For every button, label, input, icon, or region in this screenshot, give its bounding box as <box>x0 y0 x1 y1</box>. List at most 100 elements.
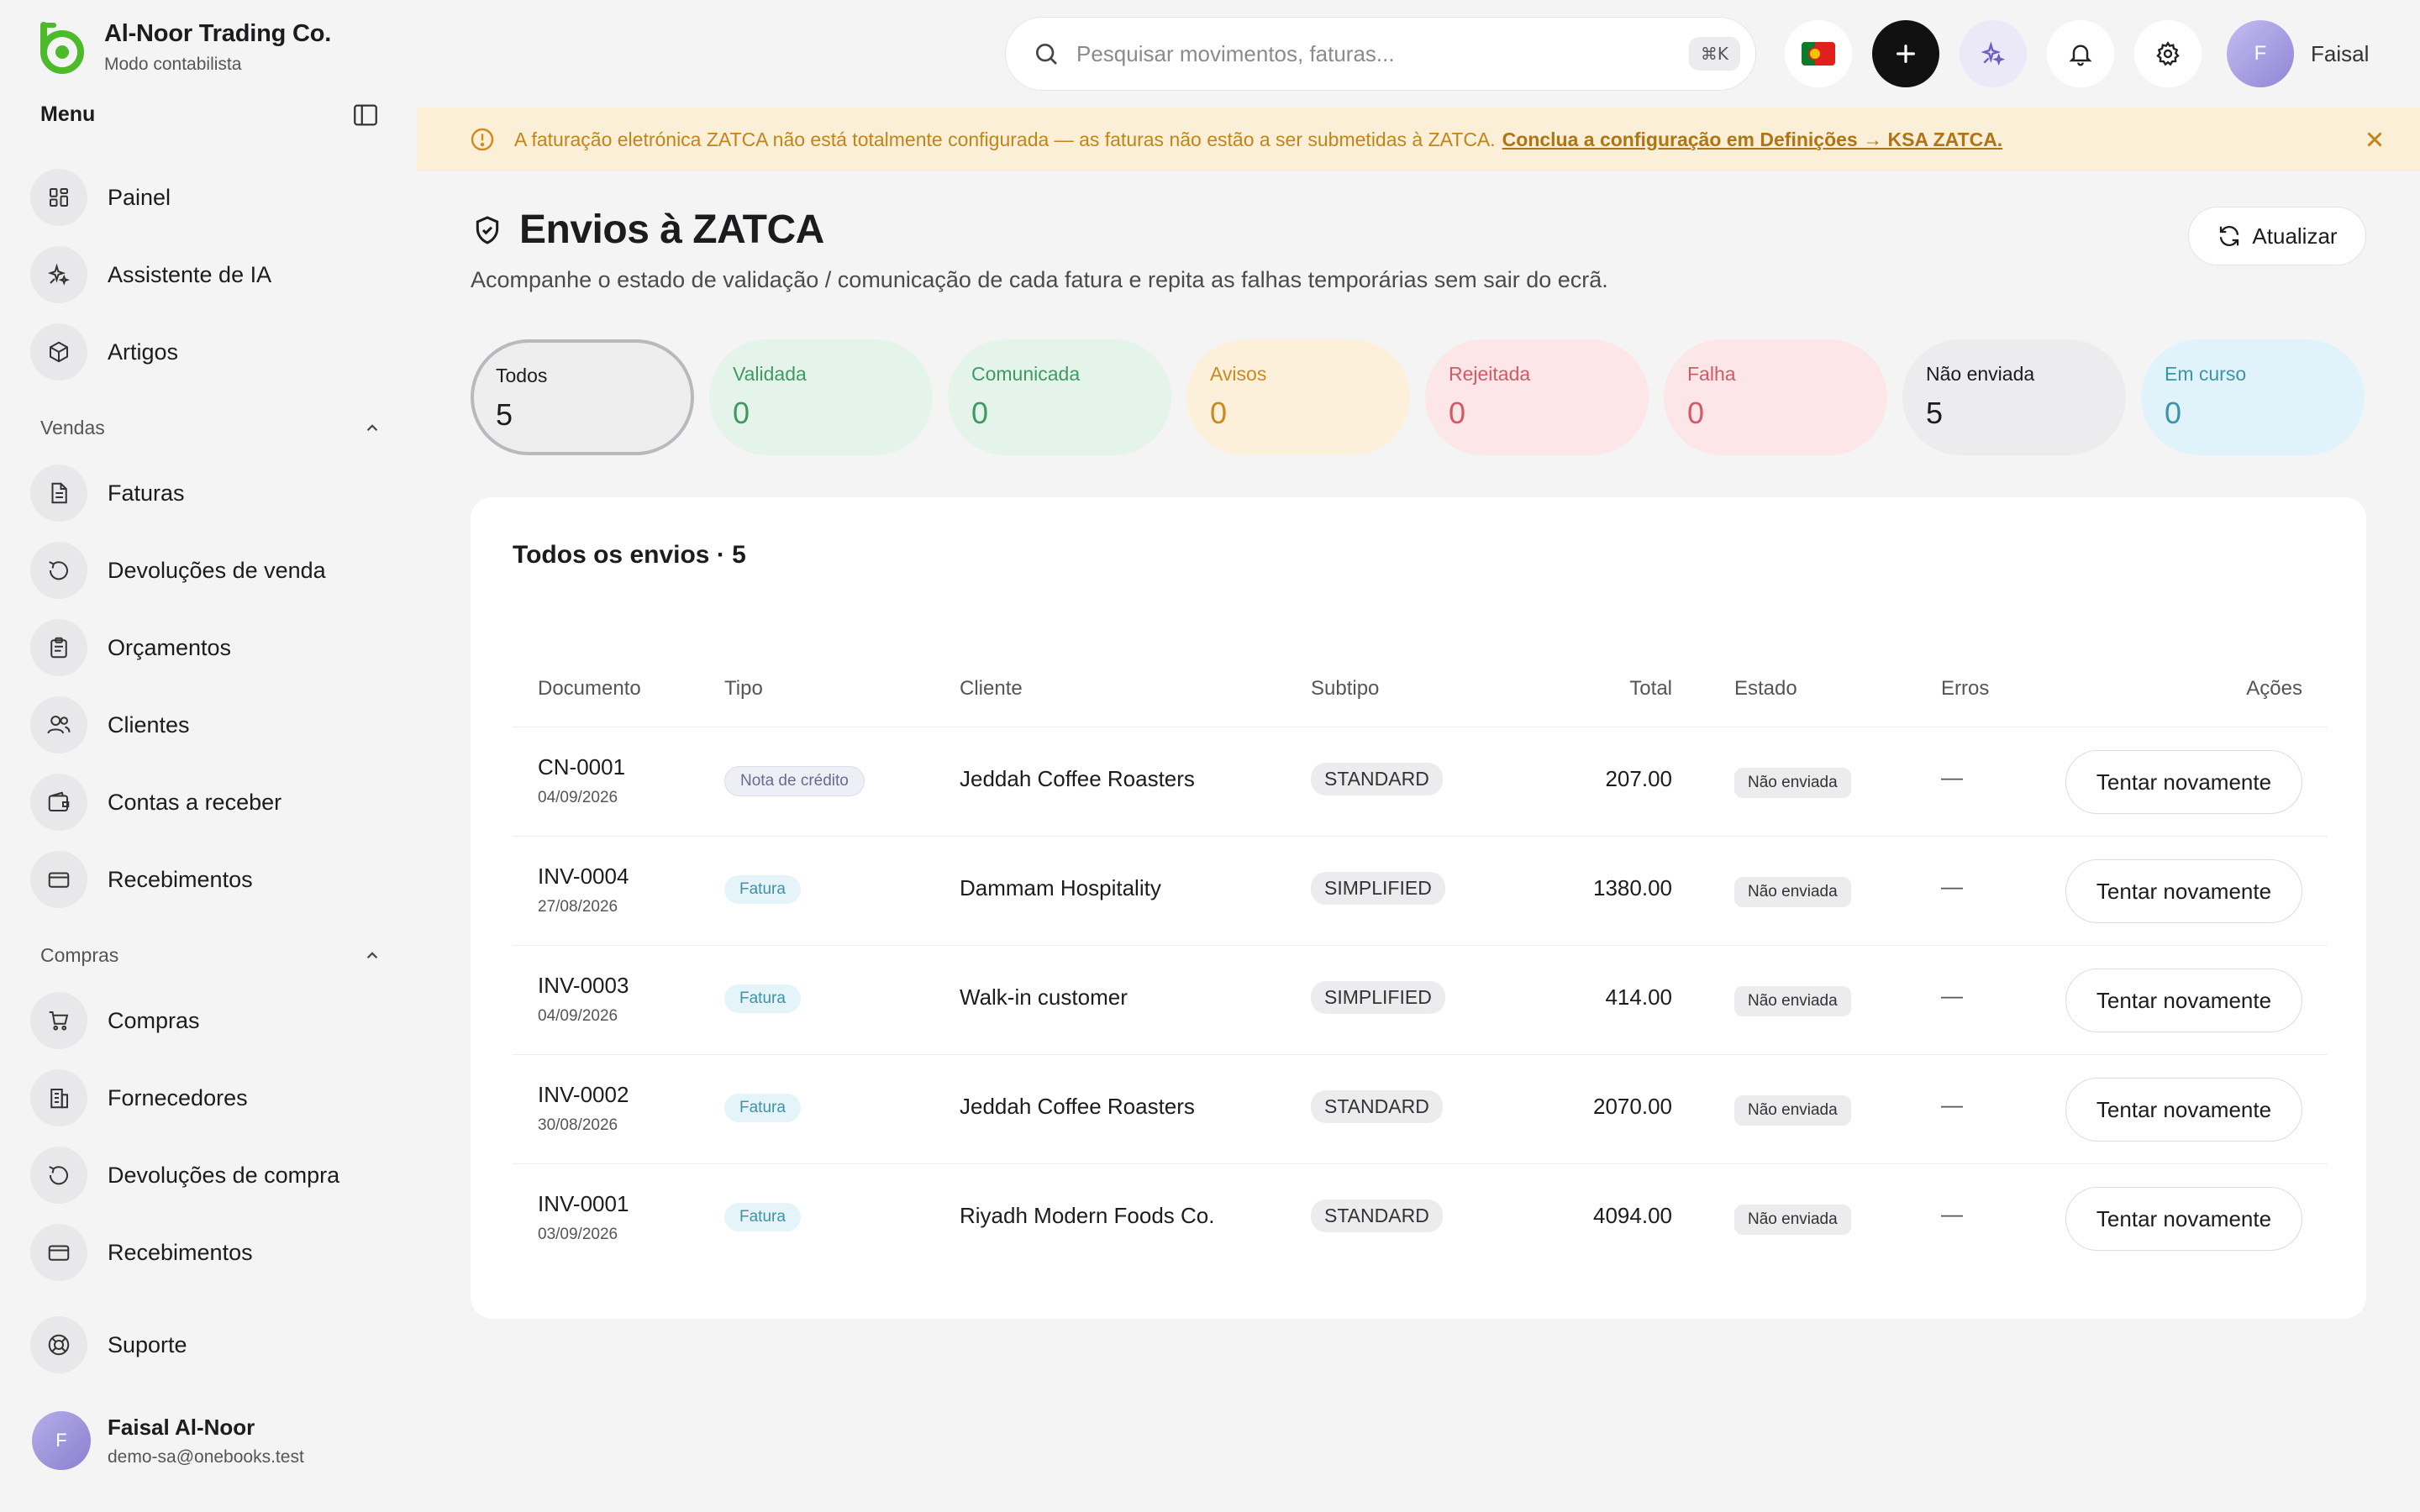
table-row[interactable]: INV-0002 30/08/2026 Fatura Jeddah Coffee Ro… <box>513 1055 2328 1164</box>
column-header-client[interactable]: Cliente <box>960 677 1023 701</box>
retry-button[interactable]: Tentar novamente <box>2065 750 2302 814</box>
status-badge: Não enviada <box>1734 1095 1851 1126</box>
client-name: Jeddah Coffee Roasters <box>960 766 1195 791</box>
brand[interactable]: Al-Noor Trading Co. Modo contabilista <box>32 18 331 76</box>
sidebar-item-compras[interactable]: Compras <box>30 990 383 1052</box>
type-badge: Fatura <box>724 1203 801 1231</box>
client-name: Riyadh Modern Foods Co. <box>960 1203 1215 1228</box>
sidebar-item-fornecedores[interactable]: Fornecedores <box>30 1067 383 1129</box>
column-header-total[interactable]: Total <box>1555 677 1672 701</box>
sidebar-item-label: Contas a receber <box>108 789 282 815</box>
notifications-button[interactable] <box>2047 20 2114 87</box>
filter-pill[interactable]: Comunicada 0 <box>948 339 1171 455</box>
brand-logo-icon <box>40 22 84 74</box>
create-new-button[interactable] <box>1872 20 1939 87</box>
profile-menu[interactable]: F Faisal <box>2227 20 2369 87</box>
filter-pill[interactable]: Falha 0 <box>1664 339 1887 455</box>
filter-pill[interactable]: Avisos 0 <box>1186 339 1410 455</box>
table-row[interactable]: INV-0003 04/09/2026 Fatura Walk-in customer… <box>513 946 2328 1055</box>
banner-settings-link[interactable]: Conclua a configuração em Definições → K… <box>1502 129 2003 151</box>
table-row[interactable]: CN-0001 04/09/2026 Nota de crédito Jeddah C… <box>513 727 2328 837</box>
clipboard-icon <box>50 637 67 659</box>
wallet-icon <box>48 791 70 811</box>
sidebar-item-receivables[interactable]: Contas a receber <box>30 771 383 833</box>
chevron-up-icon <box>366 424 378 432</box>
errors-cell: — <box>1941 1092 1963 1117</box>
filter-pill-label: Validada <box>733 363 807 385</box>
document-id[interactable]: INV-0001 <box>538 1191 629 1217</box>
refresh-icon <box>2220 226 2239 246</box>
banner-text: A faturação eletrónica ZATCA não está to… <box>514 128 1496 150</box>
retry-button[interactable]: Tentar novamente <box>2065 969 2302 1032</box>
table-row[interactable]: INV-0004 27/08/2026 Fatura Dammam Hospitali… <box>513 837 2328 946</box>
document-date: 30/08/2026 <box>538 1116 618 1134</box>
filter-pill[interactable]: Todos 5 <box>471 339 694 455</box>
status-badge: Não enviada <box>1734 768 1851 798</box>
retry-button[interactable]: Tentar novamente <box>2065 1078 2302 1142</box>
filter-pill-count: 0 <box>1210 396 1228 430</box>
users-icon <box>47 716 71 734</box>
sidebar-item-purchase-returns[interactable]: Devoluções de compra <box>30 1144 383 1206</box>
search-input[interactable] <box>1076 40 1689 67</box>
section-purchases-toggle[interactable]: Compras <box>40 944 383 967</box>
sidebar-item-label: Assistente de IA <box>108 261 272 287</box>
retry-button[interactable]: Tentar novamente <box>2065 859 2302 923</box>
sidebar-item-purchase-receipts[interactable]: Recebimentos <box>30 1221 383 1284</box>
page-header: Envios à ZATCA <box>471 207 824 253</box>
section-sales-toggle[interactable]: Vendas <box>40 417 383 439</box>
language-button[interactable] <box>1785 20 1852 87</box>
portugal-flag-icon <box>1802 42 1835 66</box>
errors-cell: — <box>1941 874 1963 899</box>
errors-cell: — <box>1941 1201 1963 1226</box>
cart-icon <box>49 1011 69 1031</box>
sidebar-item-sales-receipts[interactable]: Recebimentos <box>30 848 383 911</box>
document-id[interactable]: INV-0002 <box>538 1082 629 1108</box>
sidebar-item-sales-returns[interactable]: Devoluções de venda <box>30 539 383 601</box>
subtype-badge: STANDARD <box>1311 1200 1443 1232</box>
document-id[interactable]: INV-0003 <box>538 973 629 999</box>
filter-pill[interactable]: Não enviada 5 <box>1902 339 2126 455</box>
sidebar-item-orcamentos[interactable]: Orçamentos <box>30 617 383 679</box>
sidebar-item-clientes[interactable]: Clientes <box>30 694 383 756</box>
sidebar-item-faturas[interactable]: Faturas <box>30 462 383 524</box>
sidebar-item-label: Fornecedores <box>108 1084 248 1110</box>
sidebar-item-suporte[interactable]: Suporte <box>30 1314 383 1376</box>
filter-pill[interactable]: Rejeitada 0 <box>1425 339 1649 455</box>
status-badge: Não enviada <box>1734 877 1851 907</box>
sidebar-toggle-icon[interactable] <box>351 101 380 129</box>
document-cell: INV-0001 03/09/2026 <box>538 1191 629 1244</box>
user-card[interactable]: F Faisal Al-Noor demo-sa@onebooks.test <box>32 1411 304 1470</box>
column-header-type[interactable]: Tipo <box>724 677 763 701</box>
sidebar-item-label: Clientes <box>108 711 190 738</box>
sidebar-item-painel[interactable]: Painel <box>30 166 383 228</box>
sidebar-item-ai-assistant[interactable]: Assistente de IA <box>30 244 383 306</box>
document-id[interactable]: INV-0004 <box>538 864 629 890</box>
ai-assistant-button[interactable] <box>1960 20 2027 87</box>
column-header-subtype[interactable]: Subtipo <box>1311 677 1379 701</box>
column-header-status[interactable]: Estado <box>1734 677 1797 701</box>
filter-pill-count: 5 <box>496 397 513 432</box>
column-header-document[interactable]: Documento <box>538 677 641 701</box>
retry-button[interactable]: Tentar novamente <box>2065 1187 2302 1251</box>
table-row[interactable]: INV-0001 03/09/2026 Fatura Riyadh Modern Fo… <box>513 1164 2328 1273</box>
column-header-errors[interactable]: Erros <box>1941 677 1989 701</box>
filter-pill-count: 0 <box>2165 396 2182 430</box>
subtype-badge: STANDARD <box>1311 763 1443 795</box>
document-cell: INV-0004 27/08/2026 <box>538 864 629 916</box>
filter-pill[interactable]: Em curso 0 <box>2141 339 2365 455</box>
settings-button[interactable] <box>2134 20 2202 87</box>
document-id[interactable]: CN-0001 <box>538 754 625 780</box>
refresh-button[interactable]: Atualizar <box>2188 207 2366 265</box>
document-date: 04/09/2026 <box>538 1007 618 1025</box>
undo-icon <box>49 561 68 580</box>
close-icon[interactable] <box>2360 124 2390 155</box>
shield-check-icon <box>476 215 499 244</box>
subtype-badge: SIMPLIFIED <box>1311 981 1445 1014</box>
card-icon <box>48 1245 70 1261</box>
submissions-card: Todos os envios · 5 Documento Tipo Clien… <box>471 497 2366 1319</box>
sidebar-item-artigos[interactable]: Artigos <box>30 321 383 383</box>
sidebar-item-label: Compras <box>108 1007 200 1033</box>
filter-pill[interactable]: Validada 0 <box>709 339 933 455</box>
search-bar[interactable]: ⌘K <box>1005 17 1756 91</box>
filter-pill-count: 0 <box>1449 396 1466 430</box>
